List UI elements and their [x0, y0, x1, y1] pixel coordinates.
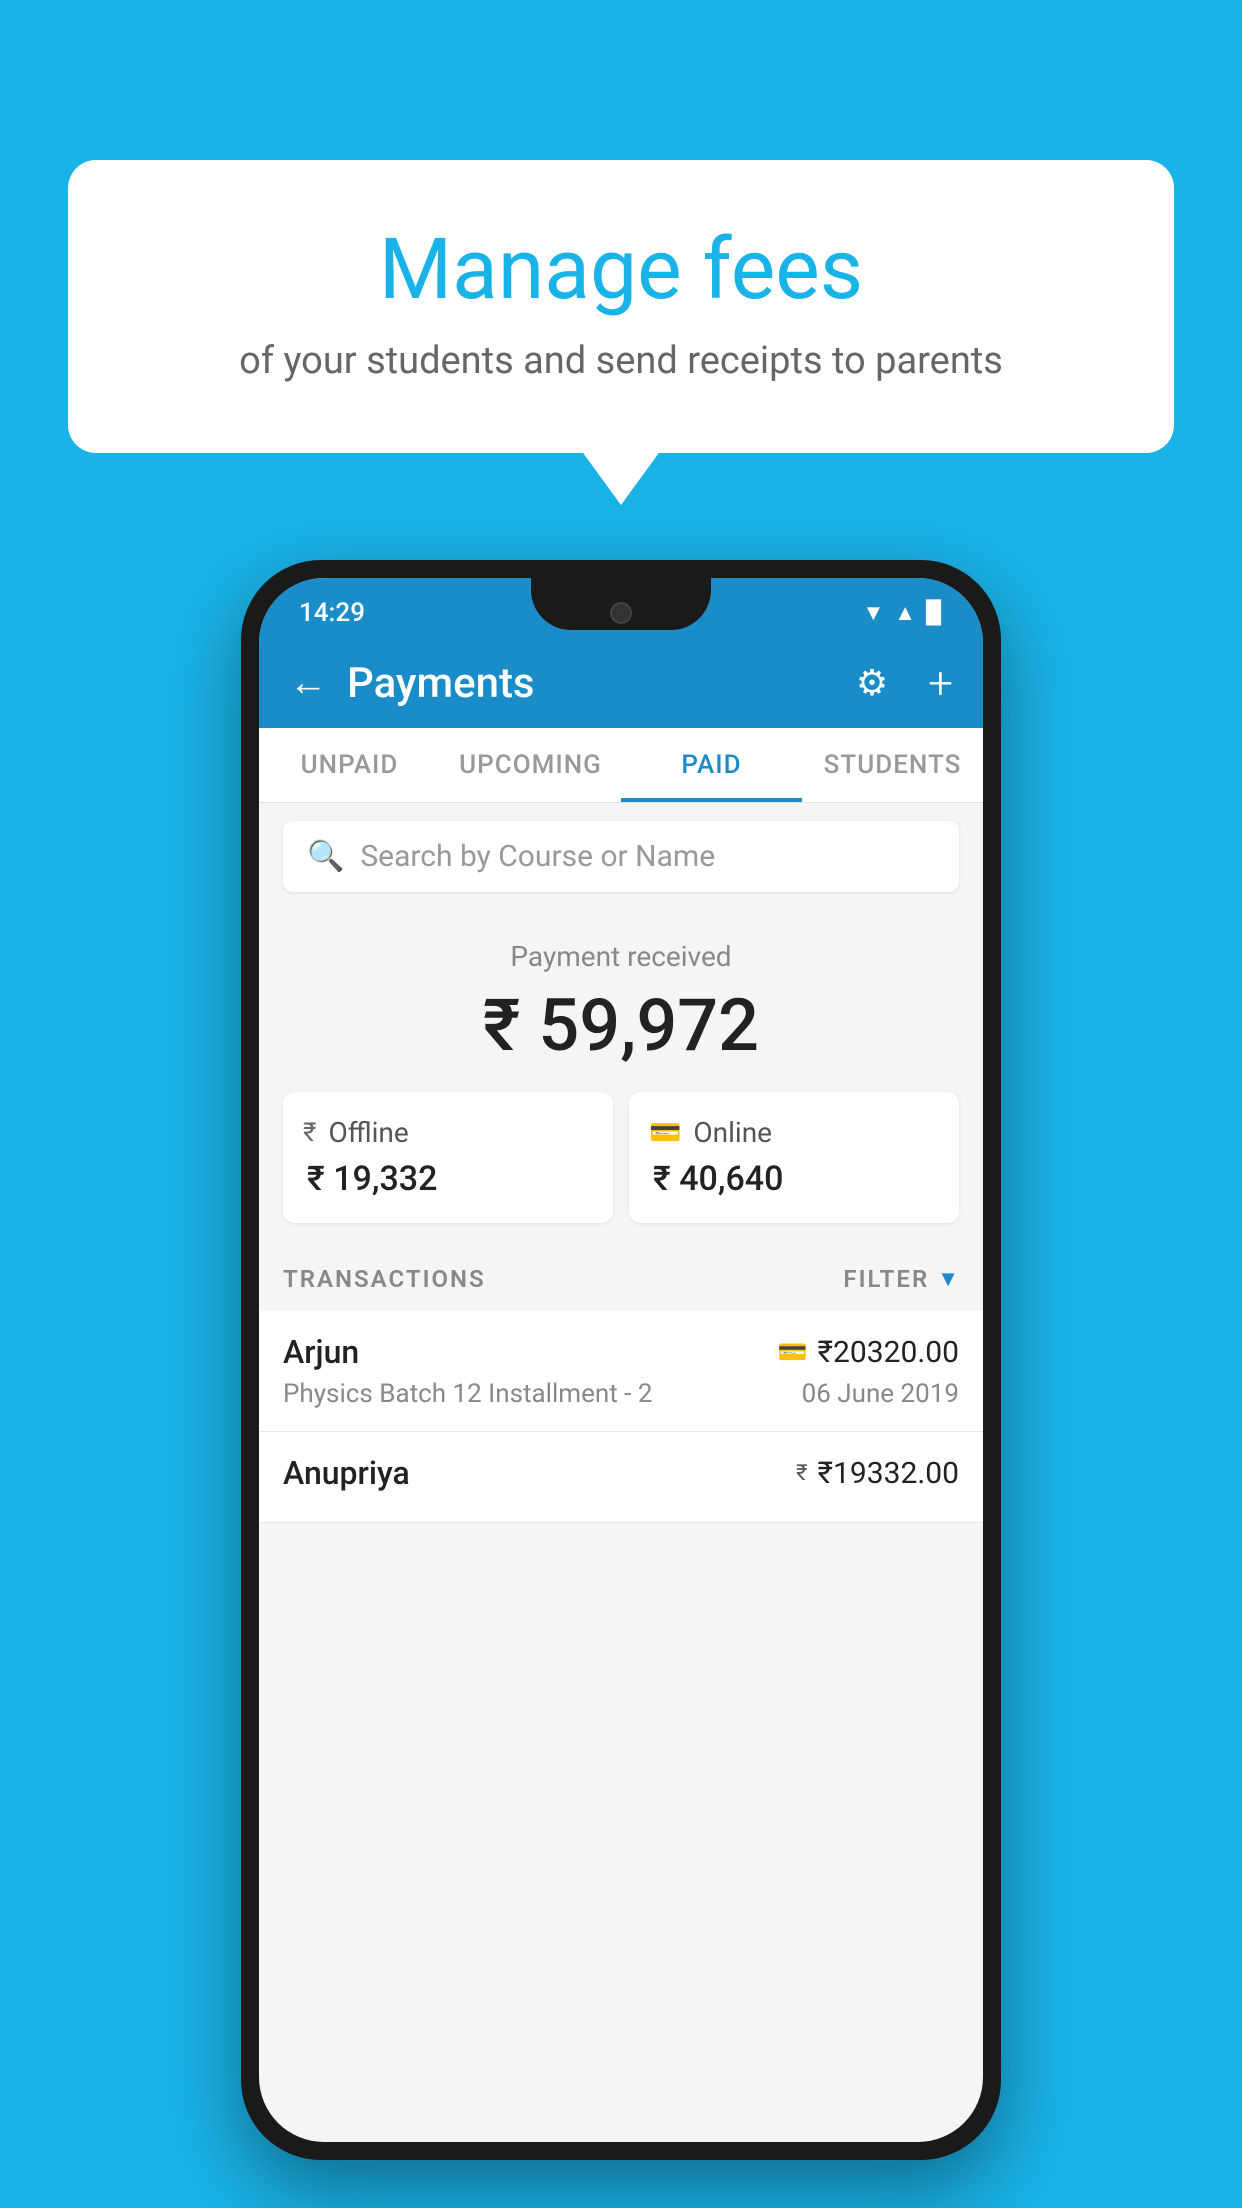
transaction-amount-arjun: ₹20320.00: [818, 1335, 959, 1370]
app-header: ← Payments ⚙ +: [259, 638, 983, 728]
filter-icon: ▼: [937, 1266, 959, 1292]
transaction-amount-anupriya: ₹19332.00: [818, 1456, 959, 1491]
status-time: 14:29: [299, 598, 365, 628]
speech-bubble: Manage fees of your students and send re…: [68, 160, 1174, 453]
transactions-header: TRANSACTIONS FILTER ▼: [259, 1247, 983, 1311]
transaction-row-anupriya[interactable]: Anupriya ₹ ₹19332.00: [259, 1432, 983, 1523]
search-box[interactable]: 🔍 Search by Course or Name: [283, 821, 959, 892]
filter-label: FILTER: [843, 1265, 929, 1293]
settings-icon[interactable]: ⚙: [856, 662, 888, 704]
transactions-label: TRANSACTIONS: [283, 1265, 486, 1293]
payment-cards: ₹ Offline ₹ 19,332 💳 Online ₹ 40,640: [283, 1092, 959, 1223]
transaction-detail-arjun: Physics Batch 12 Installment - 2: [283, 1379, 652, 1409]
bubble-subtitle: of your students and send receipts to pa…: [108, 339, 1134, 383]
transaction-top-anupriya: Anupriya ₹ ₹19332.00: [283, 1454, 959, 1492]
offline-label: Offline: [328, 1116, 408, 1149]
bubble-title: Manage fees: [108, 220, 1134, 319]
search-container: 🔍 Search by Course or Name: [259, 803, 983, 910]
payment-received-label: Payment received: [283, 940, 959, 973]
phone-notch: [531, 578, 711, 630]
transaction-amount-row-anupriya: ₹ ₹19332.00: [796, 1456, 959, 1491]
payment-summary: Payment received ₹ 59,972 ₹ Offline ₹ 19…: [259, 910, 983, 1247]
online-amount: ₹ 40,640: [649, 1159, 939, 1199]
wifi-icon: ▼: [863, 600, 885, 626]
tab-upcoming[interactable]: UPCOMING: [440, 728, 621, 802]
phone-screen: 14:29 ▼ ▲ ▉ ← Payments ⚙ + UNPAID: [259, 578, 983, 2142]
signal-icon: ▲: [894, 600, 916, 626]
filter-section[interactable]: FILTER ▼: [843, 1265, 959, 1293]
tab-unpaid[interactable]: UNPAID: [259, 728, 440, 802]
add-button[interactable]: +: [928, 657, 953, 709]
rupee-payment-icon-anupriya: ₹: [796, 1461, 807, 1486]
card-payment-icon-arjun: 💳: [778, 1338, 808, 1366]
phone-outer: 14:29 ▼ ▲ ▉ ← Payments ⚙ + UNPAID: [241, 560, 1001, 2160]
transaction-row-arjun[interactable]: Arjun 💳 ₹20320.00 Physics Batch 12 Insta…: [259, 1311, 983, 1432]
online-card-header: 💳 Online: [649, 1116, 939, 1149]
tab-students[interactable]: STUDENTS: [802, 728, 983, 802]
payment-total-amount: ₹ 59,972: [283, 983, 959, 1068]
header-title: Payments: [347, 659, 836, 708]
tab-paid[interactable]: PAID: [621, 728, 802, 802]
battery-icon: ▉: [926, 601, 943, 626]
transaction-name-anupriya: Anupriya: [283, 1454, 410, 1492]
phone-mockup: 14:29 ▼ ▲ ▉ ← Payments ⚙ + UNPAID: [241, 560, 1001, 2160]
online-icon: 💳: [649, 1118, 681, 1148]
back-button[interactable]: ←: [289, 661, 327, 705]
transaction-name-arjun: Arjun: [283, 1333, 359, 1371]
transaction-amount-row-arjun: 💳 ₹20320.00: [778, 1335, 959, 1370]
transaction-date-arjun: 06 June 2019: [802, 1379, 959, 1409]
search-icon: 🔍: [307, 839, 344, 874]
search-placeholder: Search by Course or Name: [360, 839, 715, 874]
online-card: 💳 Online ₹ 40,640: [629, 1092, 959, 1223]
transaction-bottom-arjun: Physics Batch 12 Installment - 2 06 June…: [283, 1379, 959, 1409]
phone-camera: [610, 602, 632, 624]
transaction-top-arjun: Arjun 💳 ₹20320.00: [283, 1333, 959, 1371]
online-label: Online: [693, 1116, 772, 1149]
offline-card-header: ₹ Offline: [303, 1116, 593, 1149]
offline-card: ₹ Offline ₹ 19,332: [283, 1092, 613, 1223]
offline-icon: ₹: [303, 1118, 316, 1148]
status-icons: ▼ ▲ ▉: [863, 600, 943, 626]
offline-amount: ₹ 19,332: [303, 1159, 593, 1199]
tabs-container: UNPAID UPCOMING PAID STUDENTS: [259, 728, 983, 803]
